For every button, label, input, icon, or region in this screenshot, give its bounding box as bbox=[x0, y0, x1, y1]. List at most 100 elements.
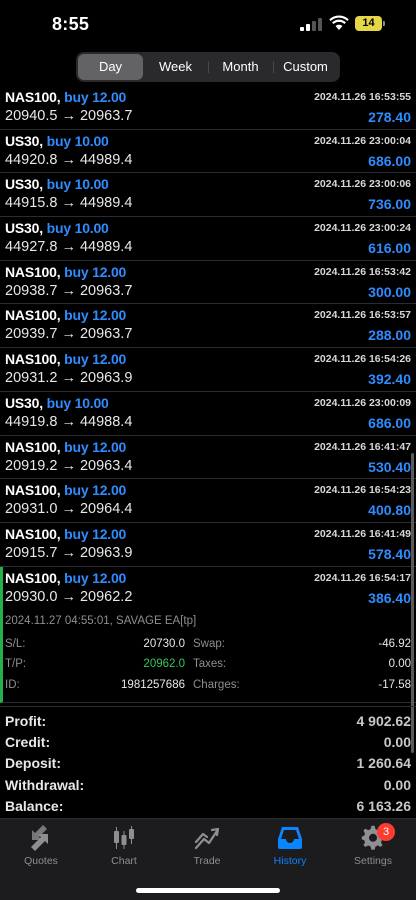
period-selector: Day Week Month Custom bbox=[76, 52, 340, 82]
trade-datetime: 2024.11.26 23:00:24 bbox=[314, 222, 411, 235]
summary-label: Balance: bbox=[5, 798, 64, 815]
tab-label: Chart bbox=[111, 855, 137, 867]
trade-profit: 392.40 bbox=[368, 371, 411, 388]
id-value: 1981257686 bbox=[121, 678, 185, 691]
trade-prices: 20940.5 → 20963.7 bbox=[5, 108, 133, 124]
trade-datetime: 2024.11.26 16:53:42 bbox=[314, 265, 411, 278]
trade-row[interactable]: US30, buy 10.00 44919.8 → 44988.4 2024.11.… bbox=[0, 392, 416, 436]
tab-settings[interactable]: Settings 3 bbox=[333, 823, 413, 867]
trade-side: buy 10.00 bbox=[46, 176, 109, 193]
trade-side: buy 12.00 bbox=[64, 482, 127, 499]
trade-row[interactable]: US30, buy 10.00 44915.8 → 44989.4 2024.11.… bbox=[0, 173, 416, 218]
tab-label: Quotes bbox=[24, 855, 58, 867]
trade-profit: 736.00 bbox=[368, 196, 411, 213]
trade-side: buy 12.00 bbox=[64, 307, 127, 324]
summary-line: Withdrawal: 0.00 bbox=[0, 774, 416, 795]
tab-history[interactable]: History bbox=[250, 825, 330, 867]
tp-value: 20962.0 bbox=[143, 658, 185, 671]
summary-value: 6 163.26 bbox=[356, 798, 412, 815]
trade-row[interactable]: US30, buy 10.00 44920.8 → 44989.4 2024.11.… bbox=[0, 130, 416, 174]
summary-value: 4 902.62 bbox=[356, 712, 412, 729]
trade-row[interactable]: NAS100, buy 12.00 20939.7 → 20963.7 2024.1… bbox=[0, 304, 416, 349]
status-time: 8:55 bbox=[52, 14, 90, 34]
sl-value: 20730.0 bbox=[143, 637, 185, 650]
trade-icon bbox=[167, 825, 247, 851]
summary-line: Profit: 4 902.62 bbox=[0, 710, 416, 731]
trade-row[interactable]: NAS100, buy 12.00 20940.5 → 20963.7 2024.1… bbox=[0, 86, 416, 130]
trade-symbol: US30, bbox=[5, 176, 43, 193]
trade-symbol: NAS100, bbox=[5, 438, 61, 455]
trade-profit: 686.00 bbox=[368, 152, 411, 169]
trade-datetime: 2024.11.26 16:41:49 bbox=[314, 527, 411, 540]
trade-row[interactable]: NAS100, buy 12.00 20915.7 → 20963.9 2024.1… bbox=[0, 523, 416, 567]
trade-side: buy 10.00 bbox=[46, 220, 109, 237]
trade-datetime: 2024.11.26 23:00:09 bbox=[314, 396, 411, 409]
trade-history-list[interactable]: NAS100, buy 12.00 20940.5 → 20963.7 2024.1… bbox=[0, 86, 416, 703]
chart-icon bbox=[84, 825, 164, 851]
period-custom-button[interactable]: Custom bbox=[273, 54, 338, 80]
trade-profit: 686.00 bbox=[368, 414, 411, 431]
period-day-button[interactable]: Day bbox=[78, 54, 143, 80]
trade-datetime: 2024.11.26 16:53:57 bbox=[314, 309, 411, 322]
summary-line: Credit: 0.00 bbox=[0, 731, 416, 752]
trade-row[interactable]: NAS100, buy 12.00 20931.2 → 20963.9 2024.1… bbox=[0, 348, 416, 392]
wifi-icon bbox=[329, 15, 349, 30]
trade-row[interactable]: NAS100, buy 12.00 20938.7 → 20963.7 2024.1… bbox=[0, 261, 416, 305]
trade-row[interactable]: US30, buy 10.00 44927.8 → 44989.4 2024.11.… bbox=[0, 217, 416, 261]
trade-side: buy 12.00 bbox=[64, 438, 127, 455]
taxes-label: Taxes: bbox=[193, 658, 227, 671]
trade-side: buy 12.00 bbox=[64, 525, 127, 542]
trade-close-meta: 2024.11.27 04:55:01, SAVAGE EA[tp] bbox=[5, 614, 197, 627]
trade-row-expanded[interactable]: NAS100, buy 12.00 20930.0 → 20962.2 2024… bbox=[0, 566, 416, 703]
id-label: ID: bbox=[5, 678, 20, 691]
trade-prices: 20915.7 → 20963.9 bbox=[5, 544, 133, 561]
summary-label: Deposit: bbox=[5, 755, 61, 772]
summary-label: Profit: bbox=[5, 712, 47, 729]
tab-chart[interactable]: Chart bbox=[84, 825, 164, 867]
trade-datetime: 2024.11.26 16:54:17 bbox=[314, 571, 411, 584]
period-week-button[interactable]: Week bbox=[143, 54, 208, 80]
settings-icon bbox=[333, 825, 413, 851]
trade-symbol: NAS100, bbox=[5, 263, 61, 280]
summary-label: Credit: bbox=[5, 734, 51, 751]
trade-prices: 20930.0 → 20962.2 bbox=[5, 588, 133, 605]
battery-icon: 14 bbox=[355, 16, 382, 31]
trade-symbol: NAS100, bbox=[5, 307, 61, 324]
trade-row[interactable]: NAS100, buy 12.00 20931.0 → 20964.4 2024.1… bbox=[0, 479, 416, 523]
tab-label: Settings bbox=[354, 855, 392, 867]
tab-label: History bbox=[273, 855, 307, 867]
trade-side: buy 10.00 bbox=[46, 132, 109, 149]
trade-prices: 20931.2 → 20963.9 bbox=[5, 370, 133, 387]
status-bar: 8:55 14 bbox=[0, 0, 416, 50]
trade-datetime: 2024.11.26 16:54:26 bbox=[314, 353, 411, 366]
trade-prices: 20938.7 → 20963.7 bbox=[5, 282, 133, 299]
sl-label: S/L: bbox=[5, 637, 26, 650]
trade-datetime: 2024.11.26 23:00:06 bbox=[314, 178, 411, 191]
trade-prices: 20939.7 → 20963.7 bbox=[5, 326, 133, 343]
tab-quotes[interactable]: Quotes bbox=[1, 825, 81, 867]
trade-prices: 44915.8 → 44989.4 bbox=[5, 195, 133, 212]
home-indicator bbox=[136, 888, 280, 893]
trade-prices: 20919.2 → 20963.4 bbox=[5, 457, 133, 474]
trade-side: buy 10.00 bbox=[46, 394, 109, 411]
trade-symbol: US30, bbox=[5, 220, 43, 237]
trade-prices: 44920.8 → 44989.4 bbox=[5, 151, 133, 168]
trade-profit: 400.80 bbox=[368, 502, 411, 519]
summary-line: Balance: 6 163.26 bbox=[0, 796, 416, 817]
period-month-button[interactable]: Month bbox=[208, 54, 273, 80]
cellular-signal-icon bbox=[300, 18, 322, 31]
trade-row[interactable]: NAS100, buy 12.00 20919.2 → 20963.4 2024.1… bbox=[0, 436, 416, 480]
trade-symbol: NAS100, bbox=[5, 525, 61, 542]
trade-symbol: NAS100, bbox=[5, 482, 61, 499]
summary-value: 0.00 bbox=[383, 734, 411, 751]
notification-badge: 3 bbox=[377, 823, 395, 841]
trade-symbol: NAS100, bbox=[5, 351, 61, 368]
trade-profit: 578.40 bbox=[368, 545, 411, 562]
trade-profit: 300.00 bbox=[368, 283, 411, 300]
summary-value: 1 260.64 bbox=[356, 755, 412, 772]
trade-prices: 44919.8 → 44988.4 bbox=[5, 413, 133, 430]
trade-symbol: US30, bbox=[5, 394, 43, 411]
trade-side: buy 12.00 bbox=[64, 351, 127, 368]
tab-trade[interactable]: Trade bbox=[167, 825, 247, 867]
trade-symbol: NAS100, bbox=[5, 569, 61, 586]
